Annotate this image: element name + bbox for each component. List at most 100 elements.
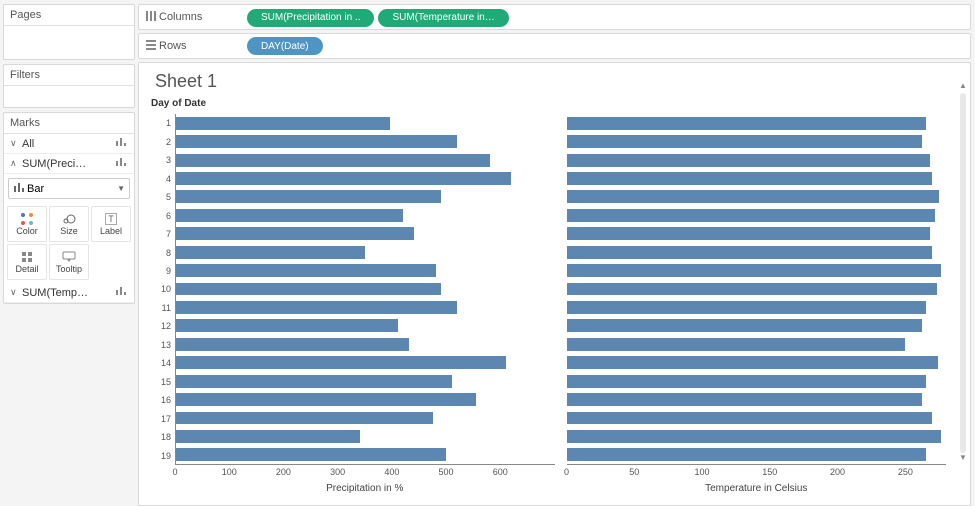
bar-row	[176, 390, 555, 408]
color-button[interactable]: Color	[7, 206, 47, 242]
marks-card-row[interactable]: ∨SUM(Temp…	[4, 283, 134, 303]
bar[interactable]	[567, 246, 933, 259]
bar-icon	[114, 137, 128, 150]
bar[interactable]	[176, 154, 490, 167]
x-labels: Precipitation in %Temperature in Celsius	[175, 483, 946, 501]
chart-area: Day of Date 1234567891011121314151617181…	[149, 98, 946, 501]
bar[interactable]	[176, 356, 506, 369]
columns-label: Columns	[159, 11, 247, 23]
bar[interactable]	[176, 319, 398, 332]
y-tick: 3	[149, 151, 175, 169]
pages-panel[interactable]: Pages	[3, 4, 135, 60]
bar[interactable]	[176, 338, 409, 351]
bar[interactable]	[176, 301, 457, 314]
bar[interactable]	[567, 172, 933, 185]
bar-icon	[114, 286, 128, 299]
bar[interactable]	[176, 264, 436, 277]
columns-shelf[interactable]: Columns SUM(Precipitation in ..SUM(Tempe…	[138, 4, 971, 30]
bar[interactable]	[567, 135, 922, 148]
y-ticks: 12345678910111213141516171819	[149, 114, 175, 465]
y-tick: 6	[149, 206, 175, 224]
bar-row	[567, 243, 947, 261]
y-tick: 11	[149, 299, 175, 317]
bar[interactable]	[567, 356, 938, 369]
filters-panel[interactable]: Filters	[3, 64, 135, 108]
mark-type-label: Bar	[27, 183, 117, 195]
y-tick: 10	[149, 280, 175, 298]
y-tick: 19	[149, 446, 175, 464]
bar[interactable]	[567, 412, 933, 425]
scroll-up-icon[interactable]: ▲	[958, 81, 968, 93]
bar[interactable]	[567, 338, 906, 351]
bar[interactable]	[567, 319, 922, 332]
button-label: Detail	[15, 264, 38, 274]
size-icon	[62, 213, 76, 225]
pages-header: Pages	[4, 5, 134, 26]
bar[interactable]	[176, 283, 441, 296]
bar[interactable]	[567, 264, 941, 277]
mark-type-select[interactable]: Bar ▼	[8, 178, 130, 199]
bar[interactable]	[176, 412, 433, 425]
scrollbar[interactable]: ▲ ▼	[958, 81, 968, 465]
label-icon: T	[105, 213, 117, 225]
marks-header: Marks	[4, 113, 134, 134]
y-tick: 8	[149, 243, 175, 261]
scroll-track[interactable]	[960, 93, 966, 453]
label-button[interactable]: TLabel	[91, 206, 131, 242]
rows-shelf[interactable]: Rows DAY(Date)	[138, 33, 971, 59]
rows-label: Rows	[159, 40, 247, 52]
bar-row	[176, 261, 555, 279]
bar[interactable]	[176, 172, 511, 185]
plots[interactable]	[175, 114, 946, 465]
bar[interactable]	[176, 190, 441, 203]
y-tick: 14	[149, 354, 175, 372]
column-pill[interactable]: SUM(Temperature in…	[378, 9, 508, 27]
marks-card-label: All	[22, 138, 34, 150]
sheet-title[interactable]: Sheet 1	[155, 71, 964, 92]
bar[interactable]	[176, 227, 414, 240]
bar[interactable]	[176, 209, 403, 222]
x-tick: 0	[172, 467, 177, 477]
marks-card-label: SUM(Temp…	[22, 287, 88, 299]
bar[interactable]	[567, 154, 930, 167]
y-tick: 7	[149, 225, 175, 243]
bar[interactable]	[567, 301, 926, 314]
bar[interactable]	[176, 375, 452, 388]
column-pill[interactable]: SUM(Precipitation in ..	[247, 9, 374, 27]
bar[interactable]	[567, 190, 940, 203]
plot[interactable]	[567, 114, 947, 465]
x-axis-label: Precipitation in %	[175, 483, 555, 501]
bar[interactable]	[176, 448, 446, 461]
marks-card-row[interactable]: ∨All	[4, 134, 134, 154]
bar-row	[567, 280, 947, 298]
bar[interactable]	[567, 448, 926, 461]
marks-card-row[interactable]: ∧SUM(Preci…	[4, 154, 134, 174]
bar[interactable]	[176, 117, 390, 130]
bar[interactable]	[567, 117, 926, 130]
color-icon	[21, 213, 33, 225]
scroll-down-icon[interactable]: ▼	[958, 453, 968, 465]
bar-row	[176, 225, 555, 243]
tooltip-button[interactable]: Tooltip	[49, 244, 89, 280]
bar[interactable]	[567, 209, 936, 222]
row-pill[interactable]: DAY(Date)	[247, 37, 323, 55]
button-label: Color	[16, 226, 38, 236]
bar[interactable]	[567, 393, 922, 406]
bar-row	[176, 151, 555, 169]
bar[interactable]	[176, 430, 360, 443]
bar-row	[176, 188, 555, 206]
size-button[interactable]: Size	[49, 206, 89, 242]
x-tick: 250	[898, 467, 913, 477]
filters-header: Filters	[4, 65, 134, 86]
bar[interactable]	[176, 135, 457, 148]
detail-button[interactable]: Detail	[7, 244, 47, 280]
bar[interactable]	[176, 393, 476, 406]
bar[interactable]	[567, 375, 926, 388]
bar[interactable]	[567, 227, 930, 240]
mark-button-grid: Color SizeTLabel Detail Tooltip	[4, 203, 134, 283]
bar[interactable]	[176, 246, 365, 259]
plot[interactable]	[175, 114, 555, 465]
y-tick: 15	[149, 373, 175, 391]
bar[interactable]	[567, 430, 941, 443]
bar[interactable]	[567, 283, 937, 296]
